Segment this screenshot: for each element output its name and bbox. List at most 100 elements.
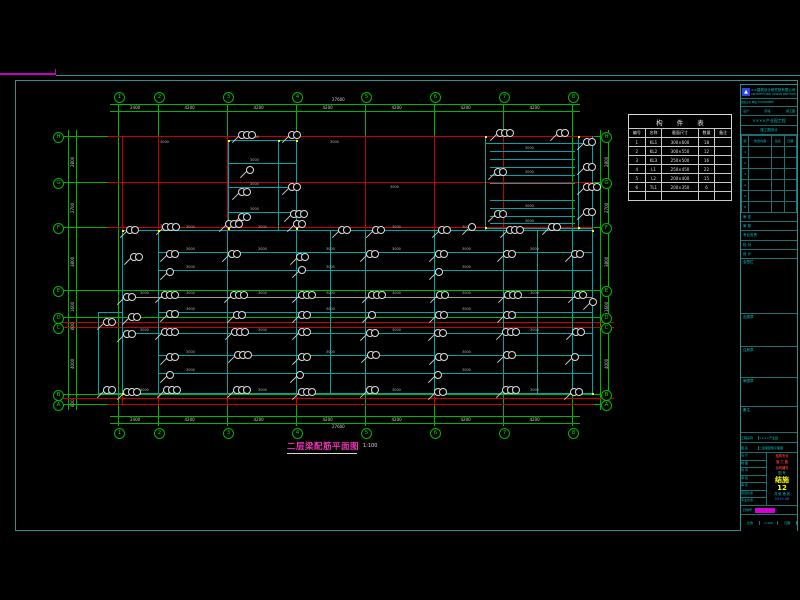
- dimension-text: 4000: [604, 358, 609, 368]
- axis-bubble-number: 5: [361, 92, 372, 103]
- beam-tag-circle: [131, 226, 139, 234]
- axis-bubble-number: 6: [430, 428, 441, 439]
- beam-tag-circle: [499, 210, 507, 218]
- member-table-cell: 12: [698, 147, 715, 156]
- beam-tag-circle: [593, 183, 601, 191]
- member-table-cell: 15: [698, 174, 715, 183]
- dimension-text: 3800: [604, 256, 609, 266]
- top-rule: [56, 75, 800, 76]
- axis-bubble-letter: F: [601, 223, 612, 234]
- beam-tag-circle: [171, 353, 179, 361]
- signer-mini-rows: 设 计制 图校 对审 核审 定项目负责专业负责: [741, 453, 767, 505]
- beam-size-text: 3000: [390, 185, 399, 189]
- node-marker: [578, 227, 580, 229]
- beam-size-text: 3000: [392, 225, 401, 229]
- date-text: 2019.06: [767, 497, 797, 502]
- sheet-name-value: 二层梁配筋平面图: [759, 446, 783, 450]
- dimension-text: 2800: [604, 157, 609, 167]
- node-marker: [122, 230, 124, 232]
- beam-size-text: 3000: [530, 328, 539, 332]
- beam-tag-circle: [173, 386, 181, 394]
- revision-cell: 5: [742, 191, 749, 202]
- beam-tag-circle: [108, 318, 116, 326]
- stamp-cell: 审图章: [741, 378, 797, 407]
- member-table-cell: 4: [629, 165, 646, 174]
- signature-row: 设 计: [741, 250, 797, 259]
- beam-size-text: 3000: [186, 225, 195, 229]
- sheet-name-label: 图 名: [741, 446, 759, 450]
- member-table-cell: 200×400: [662, 174, 698, 183]
- dimension-text: 2800: [70, 157, 75, 167]
- beam-tag-circle: [441, 291, 449, 299]
- dimension-text: 4200: [185, 417, 195, 422]
- revision-table: 版修改内容签名日期123456: [741, 135, 797, 213]
- beam-tag-circle: [171, 250, 179, 258]
- beam-tag-circle: [516, 226, 524, 234]
- dimension-text: 600: [70, 322, 75, 330]
- member-table-header: 截面尺寸: [662, 129, 698, 138]
- member-table-header: 名称: [645, 129, 662, 138]
- signer-mini-row: 设 计: [741, 453, 766, 461]
- beam-size-text: 3000: [258, 247, 267, 251]
- beam-tag-circle: [377, 226, 385, 234]
- revision-cell: 1: [742, 147, 749, 158]
- node-marker: [228, 228, 230, 230]
- beam-tag-circle: [368, 311, 376, 319]
- member-table-cell: 300×550: [662, 147, 698, 156]
- dimension-text: 4200: [530, 417, 540, 422]
- signer-mini-row: 审 定: [741, 483, 766, 491]
- beam-tag-circle: [133, 313, 141, 321]
- beam-size-text: 3000: [525, 146, 534, 150]
- beam-tag-circle: [241, 328, 249, 336]
- member-table-row: 6TL1200×3506: [629, 183, 732, 192]
- axis-bubble-number: 8: [568, 92, 579, 103]
- member-table-row: 5L2200×40015: [629, 174, 732, 183]
- beam-tag-circle: [166, 371, 174, 379]
- beam-tag-circle: [512, 386, 520, 394]
- member-table-cell: L1: [645, 165, 662, 174]
- member-table-cell: 18: [698, 138, 715, 147]
- beam-tag-circle: [248, 131, 256, 139]
- revision-header: 修改内容: [749, 136, 772, 147]
- beam-tag-circle: [171, 328, 179, 336]
- revision-cell: [749, 191, 772, 202]
- member-table-cell: [645, 192, 662, 201]
- member-table-cell: [662, 192, 698, 201]
- member-table-cell: 300×600: [662, 138, 698, 147]
- beam-size-text: 3000: [140, 388, 149, 392]
- beam-tag-circle: [303, 353, 311, 361]
- signature-row: 校 对: [741, 241, 797, 250]
- beam-tag-circle: [561, 129, 569, 137]
- dimension-text: 1600: [70, 301, 75, 311]
- beam-size-text: 3000: [462, 307, 471, 311]
- axis-bubble-letter: C: [53, 323, 64, 334]
- beam-tag-circle: [371, 386, 379, 394]
- beam-tag-circle: [508, 351, 516, 359]
- dimension-total: 27600: [332, 424, 345, 429]
- stamp-cells: 会签栏出图章注册章审图章备注: [741, 259, 797, 433]
- node-marker: [122, 393, 124, 395]
- dimension-text: 3800: [70, 256, 75, 266]
- revision-cell: [784, 180, 796, 191]
- dimension-text: 4200: [254, 417, 264, 422]
- member-table-cell: 6: [698, 183, 715, 192]
- beam-size-text: 3000: [258, 388, 267, 392]
- member-table: 构 件 表 编号名称截面尺寸数量备注 1KL1300×600182KL2300×…: [628, 114, 732, 201]
- beam-tag-circle: [293, 183, 301, 191]
- member-table-cell: [715, 165, 732, 174]
- stage-label: 施工图: [786, 109, 795, 113]
- beam-size-text: 3000: [250, 158, 259, 162]
- signer-mini-row: 项目负责: [741, 491, 766, 499]
- date-label: 日期: [778, 521, 797, 525]
- revision-header: 日期: [784, 136, 796, 147]
- beam-size-text: 3000: [330, 140, 339, 144]
- member-table-cell: [715, 156, 732, 165]
- beam-tag-circle: [589, 298, 597, 306]
- beam-size-text: 3000: [530, 247, 539, 251]
- beam-size-text: 3000: [525, 219, 534, 223]
- project-value: ××××产业园: [759, 436, 778, 440]
- beam-size-text: 3000: [462, 265, 471, 269]
- stamp-cell: 出图章: [741, 314, 797, 347]
- beam-size-text: 3000: [392, 291, 401, 295]
- beam-tag-circle: [435, 268, 443, 276]
